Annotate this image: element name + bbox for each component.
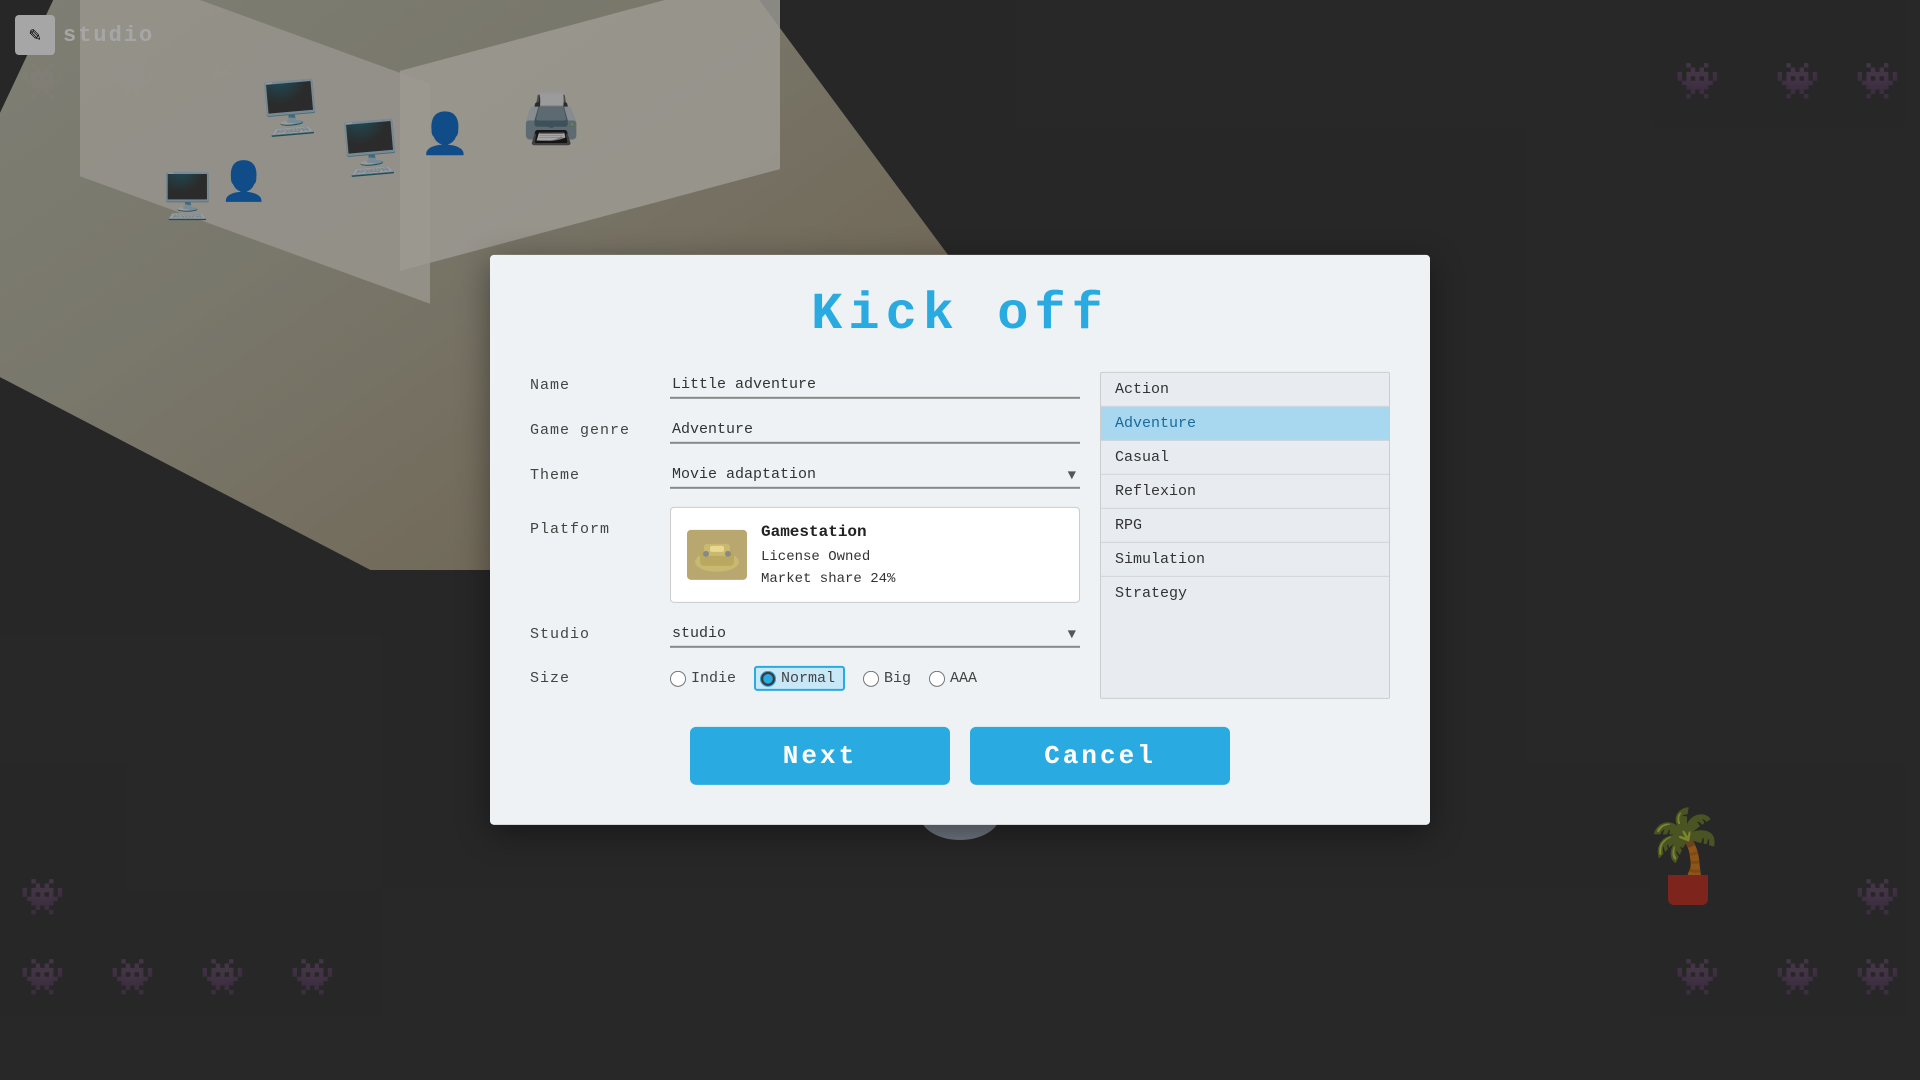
buttons-row: Next Cancel xyxy=(530,727,1390,785)
genre-rpg[interactable]: RPG xyxy=(1101,509,1389,543)
name-input[interactable] xyxy=(670,372,1080,399)
modal-body: Name Game genre Theme Movie adaptation F… xyxy=(530,372,1390,699)
genre-simulation[interactable]: Simulation xyxy=(1101,543,1389,577)
studio-label: Studio xyxy=(530,626,670,643)
genre-action[interactable]: Action xyxy=(1101,373,1389,407)
theme-select[interactable]: Movie adaptation Fantasy Sci-Fi Horror xyxy=(670,462,1080,489)
studio-select-wrapper: studio ▼ xyxy=(670,621,1080,648)
size-aaa-radio[interactable] xyxy=(929,671,945,687)
studio-select[interactable]: studio xyxy=(670,621,1080,648)
theme-select-wrapper: Movie adaptation Fantasy Sci-Fi Horror ▼ xyxy=(670,462,1080,489)
size-normal-radio[interactable] xyxy=(760,671,776,687)
next-button[interactable]: Next xyxy=(690,727,950,785)
size-big-radio[interactable] xyxy=(863,671,879,687)
genre-list: Action Adventure Casual Reflexion RPG Si… xyxy=(1100,372,1390,699)
size-normal[interactable]: Normal xyxy=(754,666,845,691)
platform-market: Market share 24% xyxy=(761,568,895,590)
platform-name: Gamestation xyxy=(761,520,895,546)
platform-info: Gamestation License Owned Market share 2… xyxy=(761,520,895,590)
name-row: Name xyxy=(530,372,1080,399)
platform-card[interactable]: Gamestation License Owned Market share 2… xyxy=(670,507,1080,603)
name-label: Name xyxy=(530,377,670,394)
theme-label: Theme xyxy=(530,467,670,484)
platform-icon xyxy=(687,530,747,580)
kickoff-modal: Kick off Name Game genre Theme Movie ada… xyxy=(490,255,1430,825)
size-normal-label: Normal xyxy=(781,670,835,687)
size-radio-group: Indie Normal Big AAA xyxy=(670,666,977,691)
size-big-label: Big xyxy=(884,670,911,687)
size-indie-radio[interactable] xyxy=(670,671,686,687)
size-indie[interactable]: Indie xyxy=(670,670,736,687)
modal-title: Kick off xyxy=(530,285,1390,344)
form-section: Name Game genre Theme Movie adaptation F… xyxy=(530,372,1080,699)
genre-casual[interactable]: Casual xyxy=(1101,441,1389,475)
genre-input[interactable] xyxy=(670,417,1080,444)
theme-row: Theme Movie adaptation Fantasy Sci-Fi Ho… xyxy=(530,462,1080,489)
studio-row: Studio studio ▼ xyxy=(530,621,1080,648)
size-aaa-label: AAA xyxy=(950,670,977,687)
size-row: Size Indie Normal Big xyxy=(530,666,1080,691)
size-label: Size xyxy=(530,670,670,687)
genre-row: Game genre xyxy=(530,417,1080,444)
platform-license: License Owned xyxy=(761,545,895,567)
genre-label: Game genre xyxy=(530,422,670,439)
genre-reflexion[interactable]: Reflexion xyxy=(1101,475,1389,509)
cancel-button[interactable]: Cancel xyxy=(970,727,1230,785)
size-big[interactable]: Big xyxy=(863,670,911,687)
size-aaa[interactable]: AAA xyxy=(929,670,977,687)
platform-label: Platform xyxy=(530,507,670,538)
genre-adventure[interactable]: Adventure xyxy=(1101,407,1389,441)
size-indie-label: Indie xyxy=(691,670,736,687)
genre-strategy[interactable]: Strategy xyxy=(1101,577,1389,610)
platform-row: Platform Gamestat xyxy=(530,507,1080,603)
